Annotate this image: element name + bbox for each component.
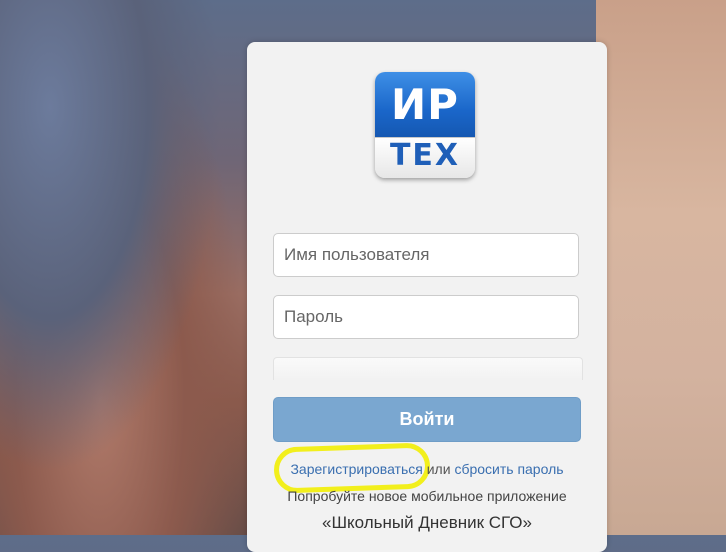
mobile-app-name: «Школьный Дневник СГО» <box>322 513 532 532</box>
background-right <box>596 0 726 535</box>
logo-bottom-text: ТЕХ <box>375 137 475 178</box>
username-input[interactable] <box>273 233 579 277</box>
mobile-app-promo: Попробуйте новое мобильное приложение <box>287 488 567 504</box>
login-button[interactable]: Войти <box>273 397 581 442</box>
background-left <box>0 0 250 535</box>
captcha-area <box>273 357 583 380</box>
auth-links: Зарегистрироваться или сбросить пароль <box>247 461 607 477</box>
links-separator: или <box>422 461 455 477</box>
irtech-logo: ИР ТЕХ <box>375 72 475 178</box>
register-link[interactable]: Зарегистрироваться <box>290 461 422 477</box>
logo-top-text: ИР <box>375 72 475 137</box>
reset-password-link[interactable]: сбросить пароль <box>454 461 563 477</box>
login-card: ИР ТЕХ Войти Зарегистрироваться или сбро… <box>247 42 607 552</box>
password-input[interactable] <box>273 295 579 339</box>
